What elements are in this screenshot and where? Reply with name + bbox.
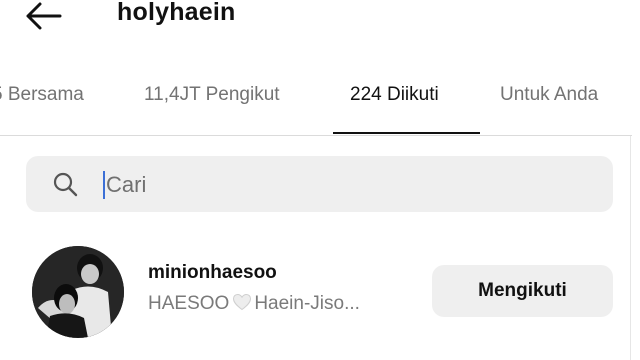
account-bio: HAESOO Haein-Jiso... xyxy=(148,293,360,315)
top-bar: holyhaein xyxy=(0,0,640,40)
white-heart-icon xyxy=(233,293,252,311)
search-icon xyxy=(53,172,78,197)
text-cursor xyxy=(103,171,105,199)
account-username[interactable]: minionhaesoo xyxy=(148,262,277,284)
tab-followers[interactable]: 11,4JT Pengikut xyxy=(144,84,280,106)
search-input[interactable] xyxy=(106,168,586,202)
tab-mutual[interactable]: 5 Bersama xyxy=(0,84,84,106)
following-button[interactable]: Mengikuti xyxy=(432,265,613,317)
active-tab-indicator xyxy=(333,132,480,134)
tabs-divider xyxy=(0,135,632,136)
follow-tabs: 5 Bersama 11,4JT Pengikut 224 Diikuti Un… xyxy=(0,74,640,136)
tab-for-you[interactable]: Untuk Anda xyxy=(500,84,598,106)
arrow-left-icon xyxy=(26,2,62,30)
list-item[interactable]: minionhaesoo HAESOO Haein-Jiso... Mengik… xyxy=(0,238,632,348)
bio-text-end: Haein-Jiso... xyxy=(254,293,360,314)
profile-username: holyhaein xyxy=(117,0,236,26)
avatar[interactable] xyxy=(32,246,124,338)
tab-following[interactable]: 224 Diikuti xyxy=(350,84,439,106)
bio-text-start: HAESOO xyxy=(148,293,230,314)
back-button[interactable] xyxy=(24,0,68,32)
